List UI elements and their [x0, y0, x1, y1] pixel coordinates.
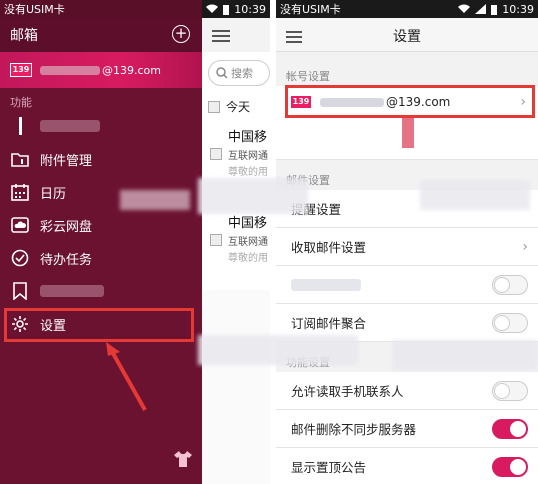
row-delete-no-sync[interactable]: 邮件删除不同步服务器 — [276, 410, 538, 448]
carrier-text: 没有USIM卡 — [4, 3, 65, 16]
today-label: 今天 — [226, 100, 251, 114]
redacted-icon — [10, 116, 30, 136]
toggle-switch[interactable] — [492, 381, 528, 401]
row-show-pinned-notice[interactable]: 显示置顶公告 — [276, 448, 538, 484]
chevron-right-icon: › — [522, 239, 528, 255]
search-icon — [216, 67, 228, 79]
redacted-text — [40, 65, 100, 75]
search-placeholder: 搜索 — [231, 67, 253, 80]
empty-area — [202, 290, 270, 484]
row-label: 显示置顶公告 — [291, 460, 367, 475]
bookmark-icon — [10, 281, 30, 301]
mail-sender: 中国移 — [228, 130, 268, 145]
section-label-account: 帐号设置 — [286, 70, 330, 83]
redacted-text — [291, 278, 361, 291]
status-bar: 没有USIM卡 10:39 — [276, 0, 538, 18]
settings-toolbar: 设置 — [276, 18, 538, 52]
section-label-functions: 功能 — [10, 96, 32, 109]
menu-item-tasks[interactable]: 待办任务 — [0, 242, 202, 274]
row-redacted-toggle[interactable] — [276, 266, 538, 304]
today-header: 今天 — [208, 98, 250, 115]
clock-text: 10:39 — [502, 2, 534, 16]
blur-overlay — [392, 340, 538, 370]
menu-item-attachments[interactable]: 附件管理 — [0, 143, 202, 175]
redacted-text — [40, 120, 100, 132]
menu-item-cloud-drive[interactable]: 彩云网盘 — [0, 209, 202, 241]
select-all-checkbox[interactable] — [208, 100, 220, 113]
row-label: 允许读取手机联系人 — [291, 384, 404, 399]
settings-highlight-box — [4, 308, 194, 342]
mail-toolbar — [202, 18, 270, 52]
mail-preview: 尊敬的用 — [228, 253, 268, 264]
row-label: 订阅邮件聚合 — [291, 316, 367, 331]
drawer-header: 邮箱 + — [0, 18, 202, 52]
mail-checkbox[interactable] — [210, 148, 222, 160]
mail-item[interactable]: 中国移 互联网通 尊敬的用 — [208, 126, 270, 178]
hamburger-menu-icon[interactable] — [212, 27, 230, 45]
right-screenshot: 没有USIM卡 10:39 设置 帐号设置 139 @139.com › 邮件设… — [276, 0, 538, 484]
pointer-arrow-shaft — [402, 118, 414, 148]
menu-item-redacted[interactable] — [0, 110, 202, 142]
toggle-switch[interactable] — [492, 313, 528, 333]
menu-item-redacted-2[interactable] — [0, 275, 202, 307]
redacted-text — [40, 285, 104, 297]
row-read-contacts[interactable]: 允许读取手机联系人 — [276, 372, 538, 410]
status-icons: 10:39 — [458, 3, 538, 16]
blur-overlay — [198, 178, 308, 214]
task-check-icon — [10, 248, 30, 268]
drawer-title: 邮箱 — [10, 28, 38, 44]
menu-item-label: 待办任务 — [40, 252, 93, 268]
mail-subject: 互联网通 — [228, 151, 268, 162]
theme-shirt-icon[interactable] — [173, 450, 193, 468]
row-label: 收取邮件设置 — [291, 240, 367, 255]
toggle-switch[interactable] — [492, 457, 528, 477]
account-email: @139.com — [40, 64, 161, 77]
account-email-suffix: @139.com — [102, 63, 161, 77]
status-bar: 10:39 — [202, 0, 270, 18]
toggle-switch[interactable] — [492, 419, 528, 439]
mail-preview: 尊敬的用 — [228, 167, 268, 178]
navigation-drawer: 没有USIM卡 邮箱 + 139 @139.com 功能 附件管理 日历 彩云网… — [0, 0, 202, 484]
mail-checkbox[interactable] — [210, 234, 222, 246]
status-icons: 10:39 — [206, 3, 270, 16]
page-title: 设置 — [393, 29, 421, 45]
mail-item[interactable]: 中国移 互联网通 尊敬的用 — [208, 212, 270, 264]
blur-overlay — [420, 180, 530, 210]
calendar-icon — [10, 182, 30, 202]
row-receive-settings[interactable]: 收取邮件设置 › — [276, 228, 538, 266]
clock-text: 10:39 — [234, 2, 266, 16]
search-input[interactable]: 搜索 — [208, 60, 270, 86]
menu-item-label: 附件管理 — [40, 153, 93, 169]
folder-icon — [10, 149, 30, 169]
cloud-drive-icon — [10, 215, 30, 235]
carrier-text: 没有USIM卡 — [280, 3, 341, 16]
row-label: 邮件删除不同步服务器 — [291, 422, 417, 437]
pointer-arrow-icon — [106, 342, 147, 411]
blur-overlay — [120, 190, 190, 210]
mail-subject: 互联网通 — [228, 237, 268, 248]
add-account-button[interactable]: + — [172, 25, 190, 43]
menu-item-label: 日历 — [40, 186, 67, 202]
wifi-icon — [206, 4, 219, 13]
wifi-icon — [458, 4, 471, 13]
logo-139-icon: 139 — [10, 63, 32, 77]
battery-icon — [491, 4, 498, 15]
toggle-switch[interactable] — [492, 275, 528, 295]
battery-icon — [223, 4, 230, 15]
account-row[interactable]: 139 @139.com — [0, 52, 202, 88]
signal-icon — [475, 4, 487, 14]
menu-item-label: 彩云网盘 — [40, 219, 93, 235]
account-highlight-box — [285, 85, 535, 118]
status-bar: 没有USIM卡 — [0, 0, 202, 18]
mail-list-behind: 10:39 搜索 今天 中国移 互联网通 尊敬的用 中国移 互联网通 尊敬的用 — [202, 0, 270, 484]
left-screenshot: 没有USIM卡 邮箱 + 139 @139.com 功能 附件管理 日历 彩云网… — [0, 0, 270, 484]
mail-sender: 中国移 — [228, 216, 268, 231]
blur-overlay — [198, 335, 358, 365]
